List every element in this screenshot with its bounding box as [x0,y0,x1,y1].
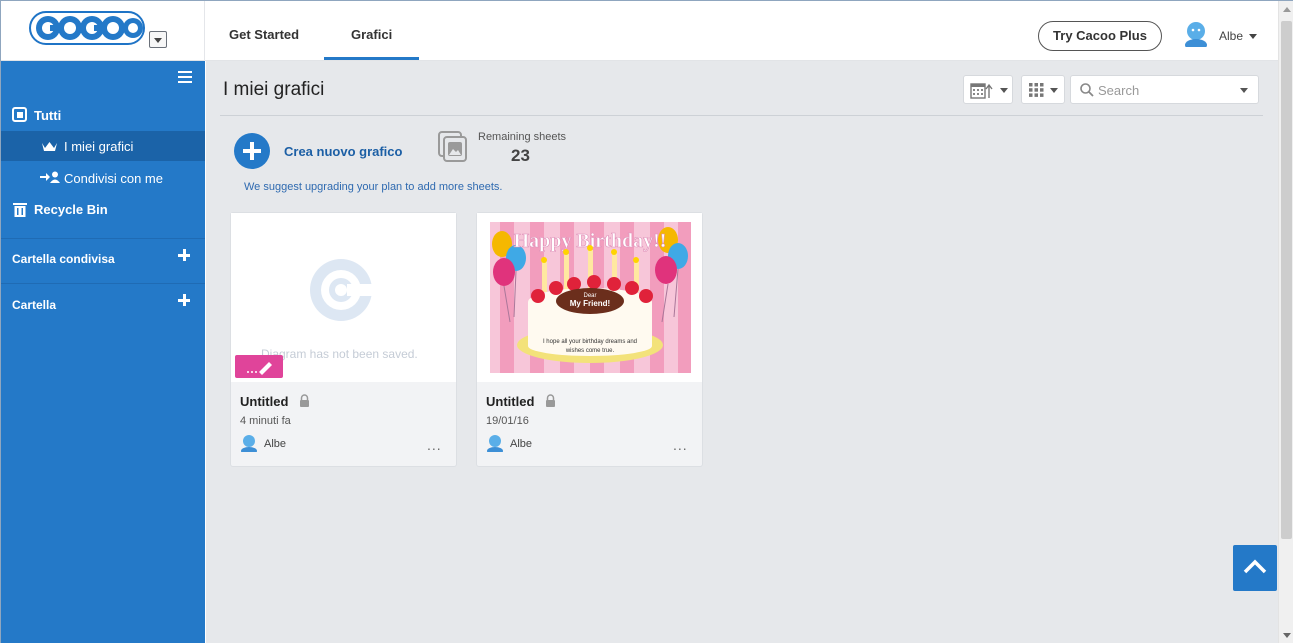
header-divider [220,115,1263,116]
trash-icon [13,203,27,217]
chevron-down-icon [1000,88,1008,93]
sidebar-section-cartella-condivisa[interactable]: Cartella condivisa [1,247,205,271]
user-avatar-icon[interactable] [1183,21,1209,47]
crown-icon [42,142,57,151]
chevron-down-icon [1050,88,1058,93]
sidebar-item-label: Condivisi con me [64,171,163,186]
main-content: I miei grafici Search Crea nuovo grafico… [206,61,1278,643]
page-scrollbar[interactable] [1278,1,1293,643]
back-to-top-button[interactable] [1233,545,1277,591]
more-options-icon[interactable]: ... [673,437,688,453]
diagram-thumbnail[interactable]: Diagram has not been saved. [231,213,456,382]
cake-line-2: My Friend! [570,299,610,308]
edit-button[interactable] [235,355,283,378]
lock-icon [300,394,309,407]
sidebar-divider [1,238,205,239]
user-name[interactable]: Albe [1219,29,1243,43]
tab-grafici[interactable]: Grafici [351,27,392,42]
sidebar-item-tutti[interactable]: Tutti [1,105,205,127]
chevron-up-icon [1243,559,1267,574]
upgrade-suggestion-link[interactable]: We suggest upgrading your plan to add mo… [244,181,502,193]
shared-user-icon [40,171,60,183]
chevron-down-icon[interactable] [1249,34,1257,39]
remaining-sheets-label: Remaining sheets [478,131,567,143]
diagram-card[interactable]: Diagram has not been saved. Untitled 4 m… [230,212,457,467]
search-box[interactable] [1070,75,1259,104]
scroll-up-arrow-icon[interactable] [1283,7,1291,12]
grid-view-icon [1029,83,1044,97]
calendar-sort-icon [970,83,993,99]
pencil-icon [247,362,272,375]
add-folder-icon[interactable] [178,294,190,306]
diagram-card[interactable]: Happy Birthday!! Dear My Friend! I hope … [476,212,703,467]
cacoo-placeholder-icon [310,259,379,321]
lock-icon [546,394,555,407]
sidebar-item-label: I miei grafici [64,139,134,154]
chevron-down-icon[interactable] [1240,88,1248,93]
wish-line-2: wishes come true. [565,348,615,354]
sidebar-divider [1,283,205,284]
birthday-card-image: Happy Birthday!! Dear My Friend! I hope … [490,222,691,373]
wish-line-1: I hope all your birthday dreams and [543,339,637,345]
logo-menu-dropdown[interactable] [149,31,167,48]
hamburger-menu-icon[interactable] [178,71,192,86]
sidebar-section-cartella[interactable]: Cartella [1,293,205,317]
card-title[interactable]: Untitled [486,394,534,409]
sidebar-item-condivisi[interactable]: Condivisi con me [1,165,205,189]
add-shared-folder-icon[interactable] [178,249,190,261]
card-owner: Albe [264,438,287,450]
not-saved-message: Diagram has not been saved. [261,347,418,361]
top-bar: Get Started Grafici Try Cacoo Plus Albe [1,1,1278,61]
try-cacoo-plus-button[interactable]: Try Cacoo Plus [1038,21,1162,51]
page-title: I miei grafici [223,79,325,100]
scroll-down-arrow-icon[interactable] [1283,633,1291,638]
sidebar-section-label: Cartella [12,298,57,312]
create-new-diagram-icon[interactable] [234,133,270,169]
card-owner: Albe [510,438,533,450]
search-input[interactable] [1098,81,1228,99]
folder-all-icon [12,107,27,122]
sidebar: Tutti I miei grafici Condivisi con me Re… [1,61,205,643]
diagram-thumbnail[interactable]: Happy Birthday!! Dear My Friend! I hope … [477,213,702,382]
sidebar-item-recycle-bin[interactable]: Recycle Bin [1,198,205,220]
card-date: 19/01/16 [486,415,529,427]
sidebar-section-label: Cartella condivisa [12,252,115,266]
app-window: Get Started Grafici Try Cacoo Plus Albe … [0,0,1293,643]
search-icon [1080,83,1094,97]
sidebar-item-i-miei-grafici[interactable]: I miei grafici [1,131,205,161]
sidebar-item-label: Tutti [34,108,62,123]
tab-get-started[interactable]: Get Started [229,27,299,42]
view-toggle-button[interactable] [1021,75,1065,104]
card-date: 4 minuti fa [240,415,291,427]
card-title[interactable]: Untitled [240,394,288,409]
cacoo-logo[interactable] [29,11,145,45]
logo-area [1,1,205,61]
sheets-icon [438,131,467,162]
active-tab-indicator [324,57,419,60]
remaining-sheets-count: 23 [511,146,530,165]
owner-avatar-icon [487,435,503,452]
create-new-diagram-button[interactable]: Crea nuovo grafico [284,144,402,159]
scrollbar-thumb[interactable] [1281,21,1292,539]
sidebar-item-label: Recycle Bin [34,202,108,217]
owner-avatar-icon [241,435,257,452]
sort-button[interactable] [963,75,1013,104]
more-options-icon[interactable]: ... [427,437,442,453]
